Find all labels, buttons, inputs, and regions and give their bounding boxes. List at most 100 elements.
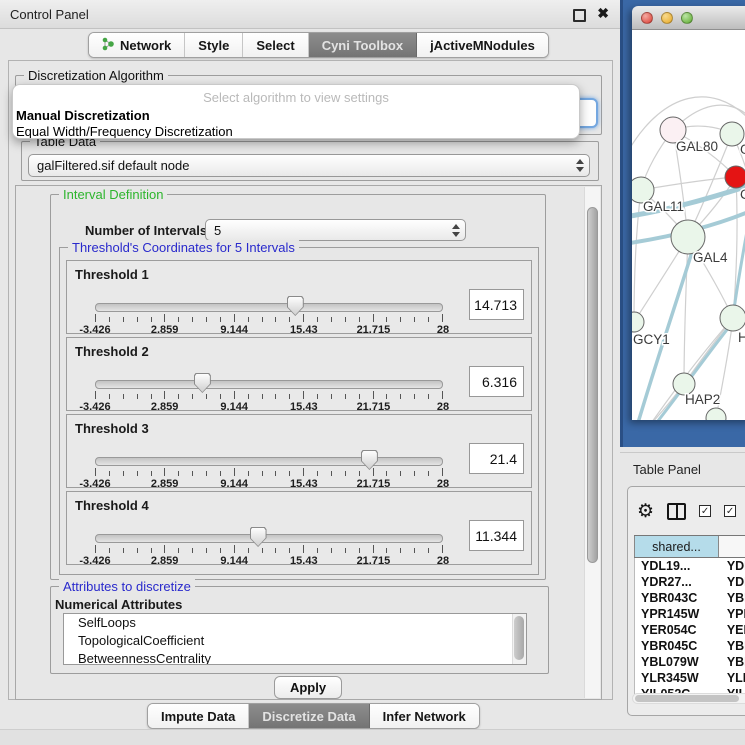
cell-name[interactable]: YDL1 [717,559,745,573]
tab-infer-network[interactable]: Infer Network [370,704,479,728]
zoom-traffic-light-icon[interactable] [681,12,693,24]
slider-thumb[interactable] [361,450,378,470]
settings-scrollbar[interactable] [584,187,600,698]
node-label: HAP2 [685,392,720,407]
network-node[interactable] [720,305,745,331]
float-window-icon[interactable] [573,9,586,22]
network-canvas[interactable]: GAL80GAL11GAL4GCY1HAP2GCH [632,30,745,420]
cell-shared-name[interactable]: YBL079W [635,655,717,669]
threshold-value-field[interactable] [469,289,524,320]
table-panel: ⚙ ✓ ✓ shared... n YDL19...YDL1YDR27...YD… [627,486,745,716]
tab-impute-data[interactable]: Impute Data [148,704,249,728]
slider-thumb[interactable] [250,527,267,547]
tab-style[interactable]: Style [185,33,243,57]
threshold-slider[interactable]: -3.4262.8599.14415.4321.71528 [95,372,443,410]
cell-name[interactable]: YPR1 [717,607,745,621]
tick-mark [400,471,401,476]
cell-shared-name[interactable]: YPR145W [635,607,717,621]
scale-label: 28 [437,555,449,567]
tab-discretize-data[interactable]: Discretize Data [249,704,369,728]
column-header-shared-name[interactable]: shared... [634,536,719,557]
table-row[interactable]: YDL19...YDL1 [635,558,745,574]
threshold-slider[interactable]: -3.4262.8599.14415.4321.71528 [95,526,443,564]
panel-title: Control Panel [10,7,89,22]
table-rows: YDL19...YDL1YDR27...YDR2YBR043CYBR0YPR14… [634,558,745,694]
popup-option-manual[interactable]: Manual Discretization [16,108,579,124]
cell-shared-name[interactable]: YBR043C [635,591,717,605]
tick-mark [248,317,249,322]
table-row[interactable]: YPR145WYPR1 [635,606,745,622]
close-traffic-light-icon[interactable] [641,12,653,24]
cell-name[interactable]: YLR3 [717,671,745,685]
list-scrollbar-thumb[interactable] [514,616,524,660]
tick-mark [164,314,165,322]
cell-name[interactable]: YBL0 [717,655,745,669]
attribute-list-item[interactable]: BetweennessCentrality [64,650,526,665]
close-icon[interactable]: ✖ [597,6,609,20]
tick-mark [331,548,332,553]
network-window-titlebar[interactable] [632,6,745,30]
tab-network[interactable]: Network [89,33,185,57]
tab-select[interactable]: Select [243,33,308,57]
table-row[interactable]: YER054CYER0 [635,622,745,638]
cell-name[interactable]: YBR0 [717,591,745,605]
minimize-traffic-light-icon[interactable] [661,12,673,24]
slider-thumb[interactable] [287,296,304,316]
table-row[interactable]: YBR045CYBR0 [635,638,745,654]
tick-mark [400,317,401,322]
apply-button[interactable]: Apply [274,676,342,699]
slider-track[interactable] [95,534,443,543]
threshold-value-field[interactable] [469,366,524,397]
attribute-list-item[interactable]: TopologicalCoefficient [64,632,526,650]
threshold-slider[interactable]: -3.4262.8599.14415.4321.71528 [95,295,443,333]
network-node[interactable] [632,312,644,332]
column-header-name[interactable]: n [719,536,745,557]
tick-mark [248,548,249,553]
cell-shared-name[interactable]: YBR045C [635,639,717,653]
settings-scrollbar-thumb[interactable] [587,207,598,563]
attribute-list-item[interactable]: SelfLoops [64,614,526,632]
table-hscrollbar[interactable] [632,693,745,704]
network-node[interactable] [706,408,726,420]
numerical-attributes-list[interactable]: SelfLoopsTopologicalCoefficientBetweenne… [63,613,527,665]
cell-shared-name[interactable]: YLR345W [635,671,717,685]
table-hscrollbar-thumb[interactable] [635,695,739,702]
split-columns-icon[interactable] [667,503,686,520]
network-node[interactable] [671,220,705,254]
list-scrollbar[interactable] [512,614,526,664]
cell-name[interactable]: YDR2 [717,575,745,589]
tab-cyni-toolbox[interactable]: Cyni Toolbox [309,33,417,57]
threshold-value-field[interactable] [469,520,524,551]
table-row[interactable]: YBL079WYBL0 [635,654,745,670]
slider-track[interactable] [95,380,443,389]
network-node[interactable] [725,166,745,188]
scale-label: 15.43 [290,555,318,567]
tick-mark [206,317,207,322]
cell-shared-name[interactable]: YER054C [635,623,717,637]
threshold-slider[interactable]: -3.4262.8599.14415.4321.71528 [95,449,443,487]
cell-shared-name[interactable]: YDL19... [635,559,717,573]
table-data-select[interactable]: galFiltered.sif default node [28,154,590,177]
slider-track[interactable] [95,303,443,312]
gear-icon[interactable]: ⚙ [637,502,654,521]
threshold-value-field[interactable] [469,443,524,474]
control-panel-titlebar: Control Panel ✖ [0,0,620,29]
popup-option-equal-width[interactable]: Equal Width/Frequency Discretization [16,124,579,139]
cell-name[interactable]: YER0 [717,623,745,637]
tick-mark [400,548,401,553]
slider-thumb[interactable] [194,373,211,393]
table-row[interactable]: YBR043CYBR0 [635,590,745,606]
network-window: GAL80GAL11GAL4GCY1HAP2GCH [632,6,745,420]
cell-name[interactable]: YBR0 [717,639,745,653]
table-row[interactable]: YLR345WYLR3 [635,670,745,686]
checkbox-icon[interactable]: ✓ [699,505,711,517]
tab-label: Discretize Data [262,709,355,724]
table-row[interactable]: YDR27...YDR2 [635,574,745,590]
tab-jactivemnodules[interactable]: jActiveMNodules [417,33,548,57]
cell-shared-name[interactable]: YDR27... [635,575,717,589]
scale-label: -3.426 [79,324,110,336]
node-label: GAL80 [676,139,718,154]
num-intervals-select[interactable]: 5 [205,219,466,241]
slider-track[interactable] [95,457,443,466]
checkbox-icon[interactable]: ✓ [724,505,736,517]
